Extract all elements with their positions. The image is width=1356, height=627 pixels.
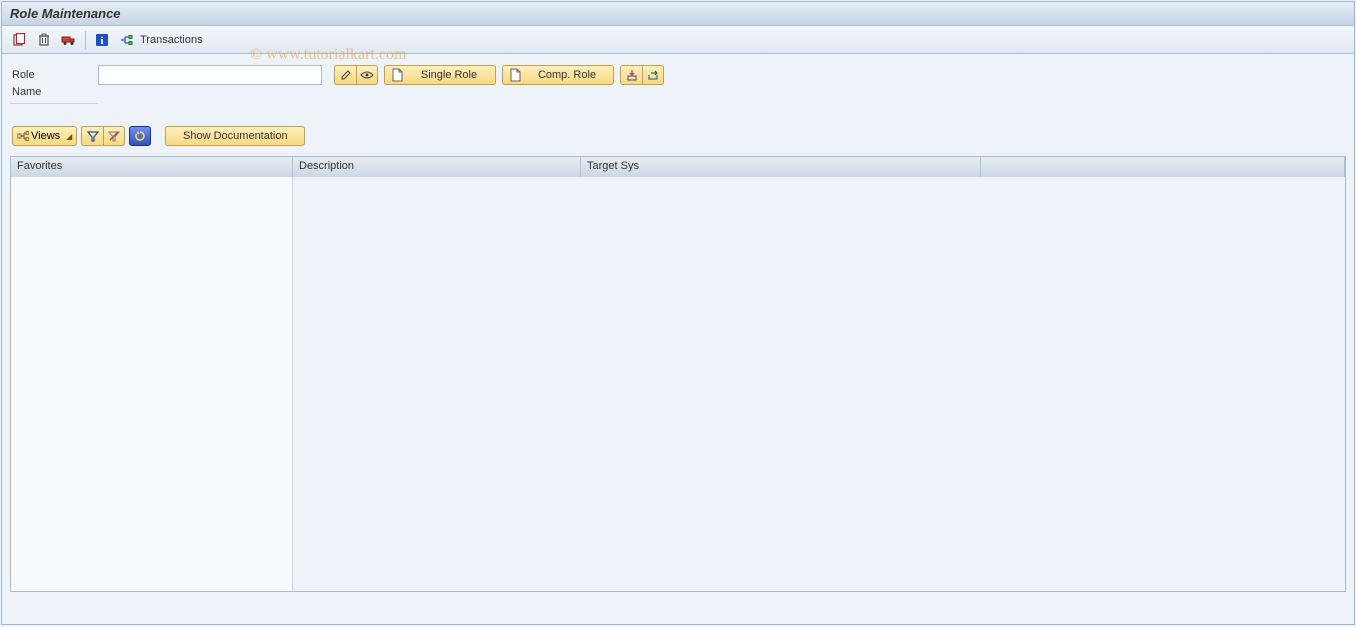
column-spacer: [981, 157, 1345, 177]
document-icon: [391, 68, 403, 82]
upload-button[interactable]: [642, 65, 664, 85]
grid-col-favorites: [11, 177, 293, 591]
role-input[interactable]: [98, 65, 322, 85]
column-target-sys[interactable]: Target Sys: [581, 157, 981, 177]
column-favorites[interactable]: Favorites: [11, 157, 293, 177]
views-label: Views: [31, 130, 60, 142]
download-button[interactable]: [620, 65, 642, 85]
show-doc-label: Show Documentation: [183, 130, 288, 142]
transport-icon[interactable]: [58, 30, 80, 50]
single-role-button[interactable]: Single Role: [384, 65, 496, 85]
edit-button[interactable]: [334, 65, 356, 85]
separator: [85, 31, 86, 49]
filter-delete-button[interactable]: [103, 126, 125, 146]
copy-icon[interactable]: [8, 30, 30, 50]
transactions-label: Transactions: [140, 34, 203, 46]
grid-body: [11, 177, 1345, 591]
comp-role-button[interactable]: Comp. Role: [502, 65, 614, 85]
transactions-button[interactable]: Transactions: [116, 30, 208, 50]
role-row: Role Single Role Comp. Role: [10, 64, 1346, 86]
name-row: Name: [10, 92, 1346, 110]
app-toolbar: i Transactions: [2, 26, 1354, 54]
column-description[interactable]: Description: [293, 157, 581, 177]
edit-display-group: [334, 65, 378, 85]
filter-button[interactable]: [81, 126, 103, 146]
tree-icon: [17, 130, 29, 142]
show-documentation-button[interactable]: Show Documentation: [165, 126, 305, 146]
favorites-grid: Favorites Description Target Sys: [10, 156, 1346, 592]
page-title: Role Maintenance: [10, 6, 121, 21]
download-upload-group: [620, 65, 664, 85]
sap-window: Role Maintenance i Transactions Role: [1, 1, 1355, 625]
document-icon: [509, 68, 521, 82]
role-actions: Single Role Comp. Role: [334, 65, 664, 85]
filter-group: [81, 126, 125, 146]
info-icon[interactable]: i: [91, 30, 113, 50]
sub-toolbar: Views ◢ Show Documentation: [10, 126, 1346, 150]
name-label: Name: [10, 86, 98, 104]
views-button[interactable]: Views ◢: [12, 126, 77, 146]
title-bar: Role Maintenance: [2, 2, 1354, 26]
svg-text:i: i: [100, 35, 103, 47]
delete-icon[interactable]: [33, 30, 55, 50]
refresh-button[interactable]: [129, 126, 151, 146]
comp-role-label: Comp. Role: [527, 69, 607, 81]
grid-col-rest: [293, 177, 1345, 591]
grid-header: Favorites Description Target Sys: [11, 157, 1345, 177]
main-content: Role Single Role Comp. Role: [2, 54, 1354, 154]
single-role-label: Single Role: [409, 69, 489, 81]
display-button[interactable]: [356, 65, 378, 85]
dropdown-icon: ◢: [62, 132, 72, 141]
role-label: Role: [10, 69, 98, 81]
